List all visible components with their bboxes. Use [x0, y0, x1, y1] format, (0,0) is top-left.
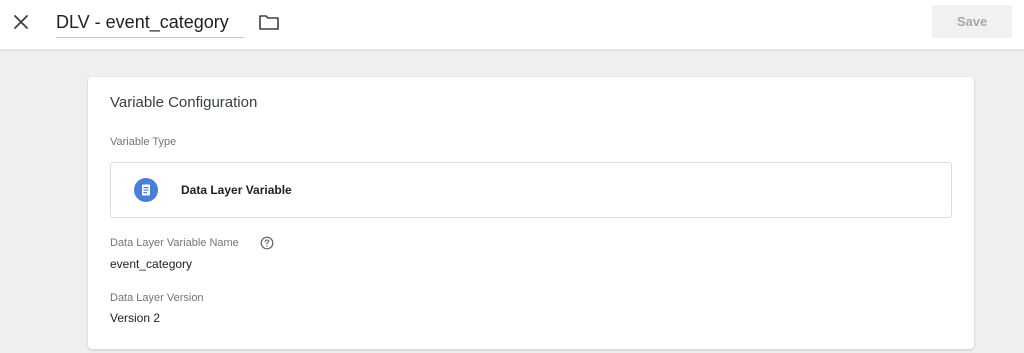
- data-layer-version-label: Data Layer Version: [110, 292, 204, 304]
- save-button[interactable]: Save: [932, 5, 1012, 38]
- folder-icon[interactable]: [258, 13, 280, 31]
- data-layer-variable-name-value: event_category: [110, 257, 193, 271]
- help-circle-icon[interactable]: [260, 236, 274, 250]
- card-title: Variable Configuration: [110, 94, 258, 111]
- variable-type-label: Variable Type: [110, 136, 177, 148]
- variable-type-selector[interactable]: Data Layer Variable: [110, 162, 952, 218]
- data-layer-variable-name-label: Data Layer Variable Name: [110, 237, 239, 249]
- data-layer-version-value: Version 2: [110, 311, 161, 325]
- variable-title[interactable]: DLV - event_category: [56, 12, 244, 38]
- top-bar: DLV - event_category Save: [0, 0, 1024, 50]
- variable-configuration-card: Variable Configuration Variable Type Dat…: [88, 77, 974, 349]
- close-icon[interactable]: [10, 11, 32, 33]
- variable-type-name: Data Layer Variable: [181, 183, 292, 197]
- data-layer-icon: [134, 178, 158, 202]
